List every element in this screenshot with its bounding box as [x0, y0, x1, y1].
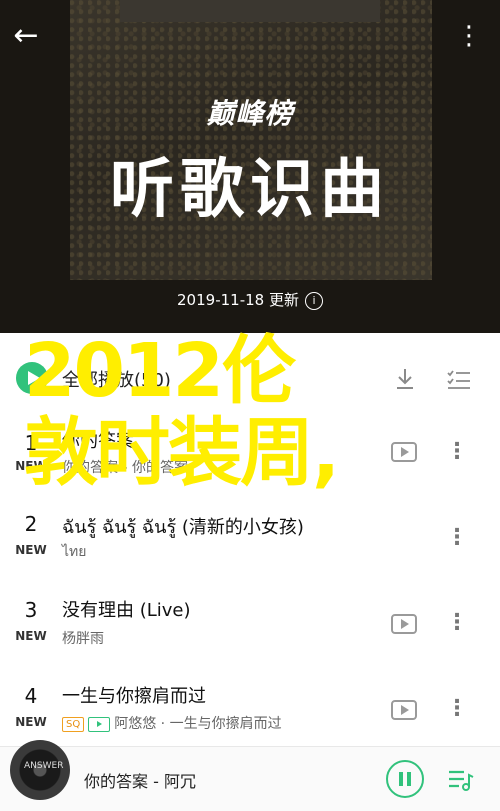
mv-play-icon[interactable]	[391, 614, 417, 634]
mini-player[interactable]	[0, 746, 500, 811]
mv-play-icon[interactable]	[391, 700, 417, 720]
update-date[interactable]: 2019-11-18 更新 i	[140, 283, 360, 317]
playlist-icon[interactable]	[444, 764, 476, 796]
song-rank: 2	[24, 512, 38, 536]
song-row-2[interactable]: 2 NEW ฉันรู้ ฉันรู้ ฉันรู้ (清新的小女孩) ไทย …	[0, 500, 500, 586]
song-more-icon[interactable]: ⋮	[446, 610, 468, 636]
update-date-text: 2019-11-18 更新	[177, 291, 299, 309]
song-more-icon[interactable]: ⋮	[446, 525, 468, 551]
overlay-line-1: 2012伦	[24, 328, 296, 414]
info-icon[interactable]: i	[304, 291, 323, 310]
new-badge: NEW	[15, 629, 47, 643]
more-options-icon[interactable]: ⋮	[456, 18, 482, 54]
song-rank: 3	[24, 598, 38, 622]
song-more-icon[interactable]: ⋮	[446, 696, 468, 722]
back-arrow-icon[interactable]: ←	[8, 18, 44, 54]
sq-badge: SQ	[62, 716, 85, 732]
song-title: ฉันรู้ ฉันรู้ ฉันรู้ (清新的小女孩)	[62, 517, 304, 538]
chart-brand: 巅峰榜	[206, 97, 294, 130]
song-title: 没有理由 (Live)	[62, 600, 191, 621]
new-badge: NEW	[15, 543, 47, 557]
chart-title: 听歌识曲	[110, 153, 390, 227]
overlay-caption: 2012伦 敦时装周,	[24, 330, 464, 494]
song-row-3[interactable]: 3 NEW 没有理由 (Live) 杨胖雨 ⋮	[0, 586, 500, 672]
song-subtitle: 杨胖雨	[62, 631, 104, 647]
song-subtitle: ไทย	[62, 544, 87, 560]
cover-top-strip	[120, 0, 380, 22]
chart-header: ← ⋮ 巅峰榜 听歌识曲 2019-11-18 更新 i	[0, 0, 500, 333]
video-badge-icon	[88, 716, 111, 732]
player-cover-label: ANSWER	[24, 761, 64, 771]
now-playing-title[interactable]: 你的答案 - 阿冗	[84, 768, 196, 792]
song-subtitle-line: SQ 阿悠悠 · 一生与你擦肩而过	[62, 713, 282, 733]
song-title: 一生与你擦肩而过	[62, 686, 206, 707]
pause-icon[interactable]	[386, 760, 424, 798]
new-badge: NEW	[15, 715, 47, 729]
song-subtitle: 阿悠悠 · 一生与你擦肩而过	[114, 716, 282, 732]
overlay-line-2: 敦时装周,	[24, 410, 340, 496]
song-rank: 4	[24, 684, 38, 708]
